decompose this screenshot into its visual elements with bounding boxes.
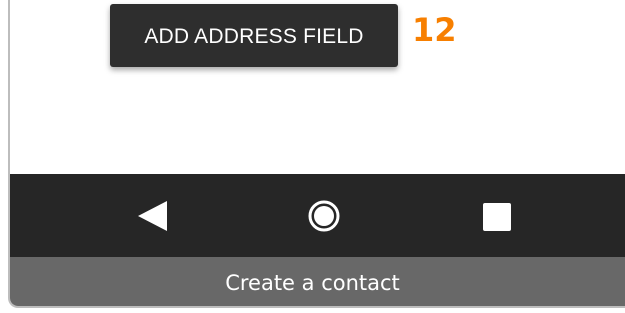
home-circle-icon[interactable]: [307, 199, 341, 233]
back-triangle-icon[interactable]: [136, 199, 168, 233]
step-number-badge: 12: [412, 11, 457, 49]
tutorial-frame: ADD ADDRESS FIELD Create a contact 12: [0, 0, 625, 313]
phone-screen-shell: ADD ADDRESS FIELD Create a contact: [8, 0, 625, 308]
system-navigation-bar: [10, 174, 625, 257]
app-screen: ADD ADDRESS FIELD: [10, 0, 625, 174]
step-caption: Create a contact: [10, 257, 625, 306]
recents-square-icon[interactable]: [482, 202, 512, 232]
add-address-field-button[interactable]: ADD ADDRESS FIELD: [110, 4, 398, 67]
